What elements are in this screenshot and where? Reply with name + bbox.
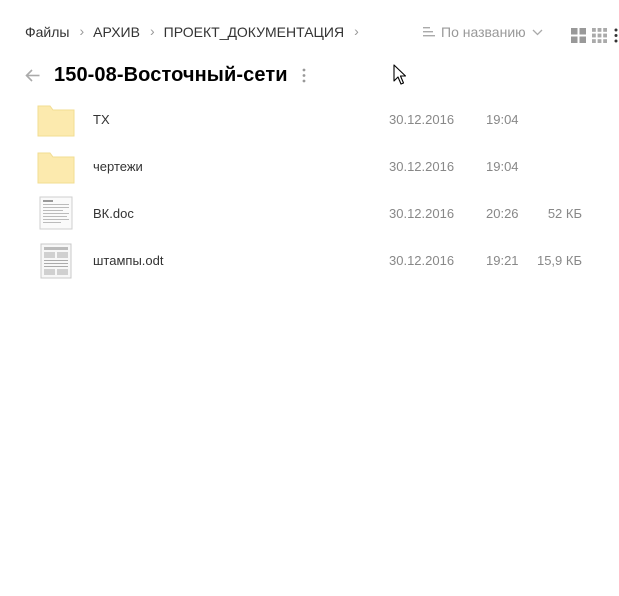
file-date: 30.12.2016 [389,206,455,221]
document-thumbnail-icon [37,196,75,232]
folder-icon [37,149,75,185]
title-row: 150-08-Восточный-сети [25,60,306,90]
file-list: ТХ 30.12.2016 19:04 чертежи 30.12.2016 1… [37,97,597,285]
folder-icon [37,102,75,138]
list-item-file-stamps-odt[interactable]: штампы.odt 30.12.2016 19:21 15,9 КБ [37,238,597,285]
document-thumbnail-icon [37,243,75,279]
file-date: 30.12.2016 [389,112,455,127]
file-time: 19:04 [486,159,519,174]
file-name: штампы.odt [93,253,164,268]
sort-lines-icon [423,26,435,38]
file-date: 30.12.2016 [389,253,455,268]
file-browser: Файлы › АРХИВ › ПРОЕКТ_ДОКУМЕНТАЦИЯ › По… [0,0,619,596]
page-title: 150-08-Восточный-сети [54,63,288,86]
back-arrow-icon[interactable] [25,68,40,82]
breadcrumb-item-project-docs[interactable]: ПРОЕКТ_ДОКУМЕНТАЦИЯ [164,24,344,40]
breadcrumb: Файлы › АРХИВ › ПРОЕКТ_ДОКУМЕНТАЦИЯ › [25,23,368,40]
grid-small-icon[interactable] [592,28,607,43]
list-item-folder-tx[interactable]: ТХ 30.12.2016 19:04 [37,97,597,144]
mouse-pointer-icon [393,64,407,91]
chevron-right-icon: › [354,23,359,39]
breadcrumb-item-files[interactable]: Файлы [25,24,69,40]
file-time: 19:04 [486,112,519,127]
breadcrumb-item-archive[interactable]: АРХИВ [93,24,140,40]
file-size: 52 КБ [547,206,582,221]
file-date: 30.12.2016 [389,159,455,174]
file-name: чертежи [93,159,143,174]
list-item-file-vk-doc[interactable]: ВК.doc 30.12.2016 20:26 52 КБ [37,191,597,238]
list-item-folder-drawings[interactable]: чертежи 30.12.2016 19:04 [37,144,597,191]
top-bar: Файлы › АРХИВ › ПРОЕКТ_ДОКУМЕНТАЦИЯ › По… [25,23,619,46]
file-time: 20:26 [486,206,519,221]
grid-large-icon[interactable] [571,28,586,43]
file-size: 15,9 КБ [536,253,582,268]
file-name: ТХ [93,112,110,127]
chevron-right-icon: › [149,23,155,39]
folder-menu-icon[interactable] [302,68,306,83]
chevron-right-icon: › [79,23,85,39]
chevron-down-icon [532,29,543,36]
view-switcher [571,28,618,43]
sort-dropdown[interactable]: По названию [423,24,543,40]
kebab-icon[interactable] [614,28,618,43]
sort-label: По названию [441,24,526,40]
file-time: 19:21 [486,253,519,268]
file-name: ВК.doc [93,206,134,221]
